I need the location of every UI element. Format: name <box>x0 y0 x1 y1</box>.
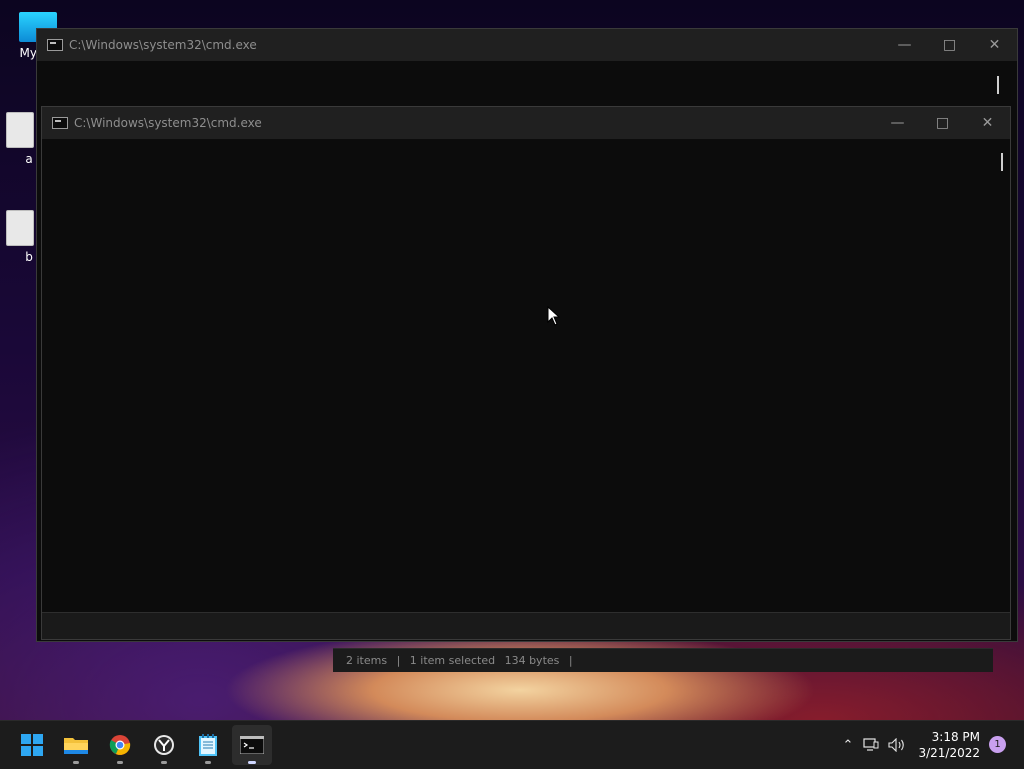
cmd-icon <box>52 117 68 129</box>
network-icon[interactable] <box>858 738 884 752</box>
console-bottom-area <box>42 612 1010 639</box>
volume-icon[interactable] <box>884 738 910 752</box>
file-icon <box>6 210 34 246</box>
desktop-icon-label: a <box>25 152 33 166</box>
taskbar: ⌃ 3:18 PM 3/21/2022 1 <box>0 720 1024 769</box>
system-tray: ⌃ <box>838 721 910 769</box>
clock-time: 3:18 PM <box>931 730 980 744</box>
desktop-icon-file-a[interactable]: a <box>0 112 40 166</box>
cmd-icon <box>47 39 63 51</box>
minimize-button[interactable]: — <box>882 29 927 61</box>
notification-badge[interactable]: 1 <box>989 736 1006 753</box>
folder-icon <box>64 738 88 754</box>
taskbar-file-explorer[interactable] <box>56 725 96 765</box>
titlebar[interactable]: C:\Windows\system32\cmd.exe — □ ✕ <box>42 107 1010 139</box>
cmd-icon <box>240 736 264 754</box>
maximize-button[interactable]: □ <box>920 107 965 139</box>
windows-logo-icon <box>21 734 43 756</box>
clock-date: 3/21/2022 <box>918 746 980 760</box>
desktop-icon-file-b[interactable]: b <box>0 210 40 264</box>
taskbar-chrome[interactable] <box>100 725 140 765</box>
desktop-icon-label: b <box>25 250 33 264</box>
mouse-cursor-icon <box>547 306 561 326</box>
show-hidden-icons-chevron-up-icon[interactable]: ⌃ <box>838 738 858 753</box>
yandex-browser-icon <box>154 735 174 755</box>
taskbar-command-prompt[interactable] <box>232 725 272 765</box>
scrollbar-thumb[interactable] <box>1001 153 1003 171</box>
clock[interactable]: 3:18 PM 3/21/2022 <box>918 729 980 761</box>
status-item-count: 2 items <box>346 654 388 667</box>
taskbar-yandex[interactable] <box>144 725 184 765</box>
file-icon <box>6 112 34 148</box>
notepad-icon <box>199 734 217 756</box>
taskbar-notepad[interactable] <box>188 725 228 765</box>
close-button[interactable]: ✕ <box>965 107 1010 139</box>
window-title: C:\Windows\system32\cmd.exe <box>69 38 257 52</box>
explorer-status-bar: 2 items | 1 item selected 134 bytes | <box>333 648 993 672</box>
window-title: C:\Windows\system32\cmd.exe <box>74 116 262 130</box>
start-button[interactable] <box>12 725 52 765</box>
close-button[interactable]: ✕ <box>972 29 1017 61</box>
cmd-window-front[interactable]: C:\Windows\system32\cmd.exe — □ ✕ <box>41 106 1011 640</box>
minimize-button[interactable]: — <box>875 107 920 139</box>
scrollbar-thumb[interactable] <box>997 76 999 94</box>
maximize-button[interactable]: □ <box>927 29 972 61</box>
titlebar[interactable]: C:\Windows\system32\cmd.exe — □ ✕ <box>37 29 1017 61</box>
status-size: 134 bytes <box>504 654 560 667</box>
chrome-icon <box>109 735 131 755</box>
status-selected: 1 item selected <box>409 654 496 667</box>
